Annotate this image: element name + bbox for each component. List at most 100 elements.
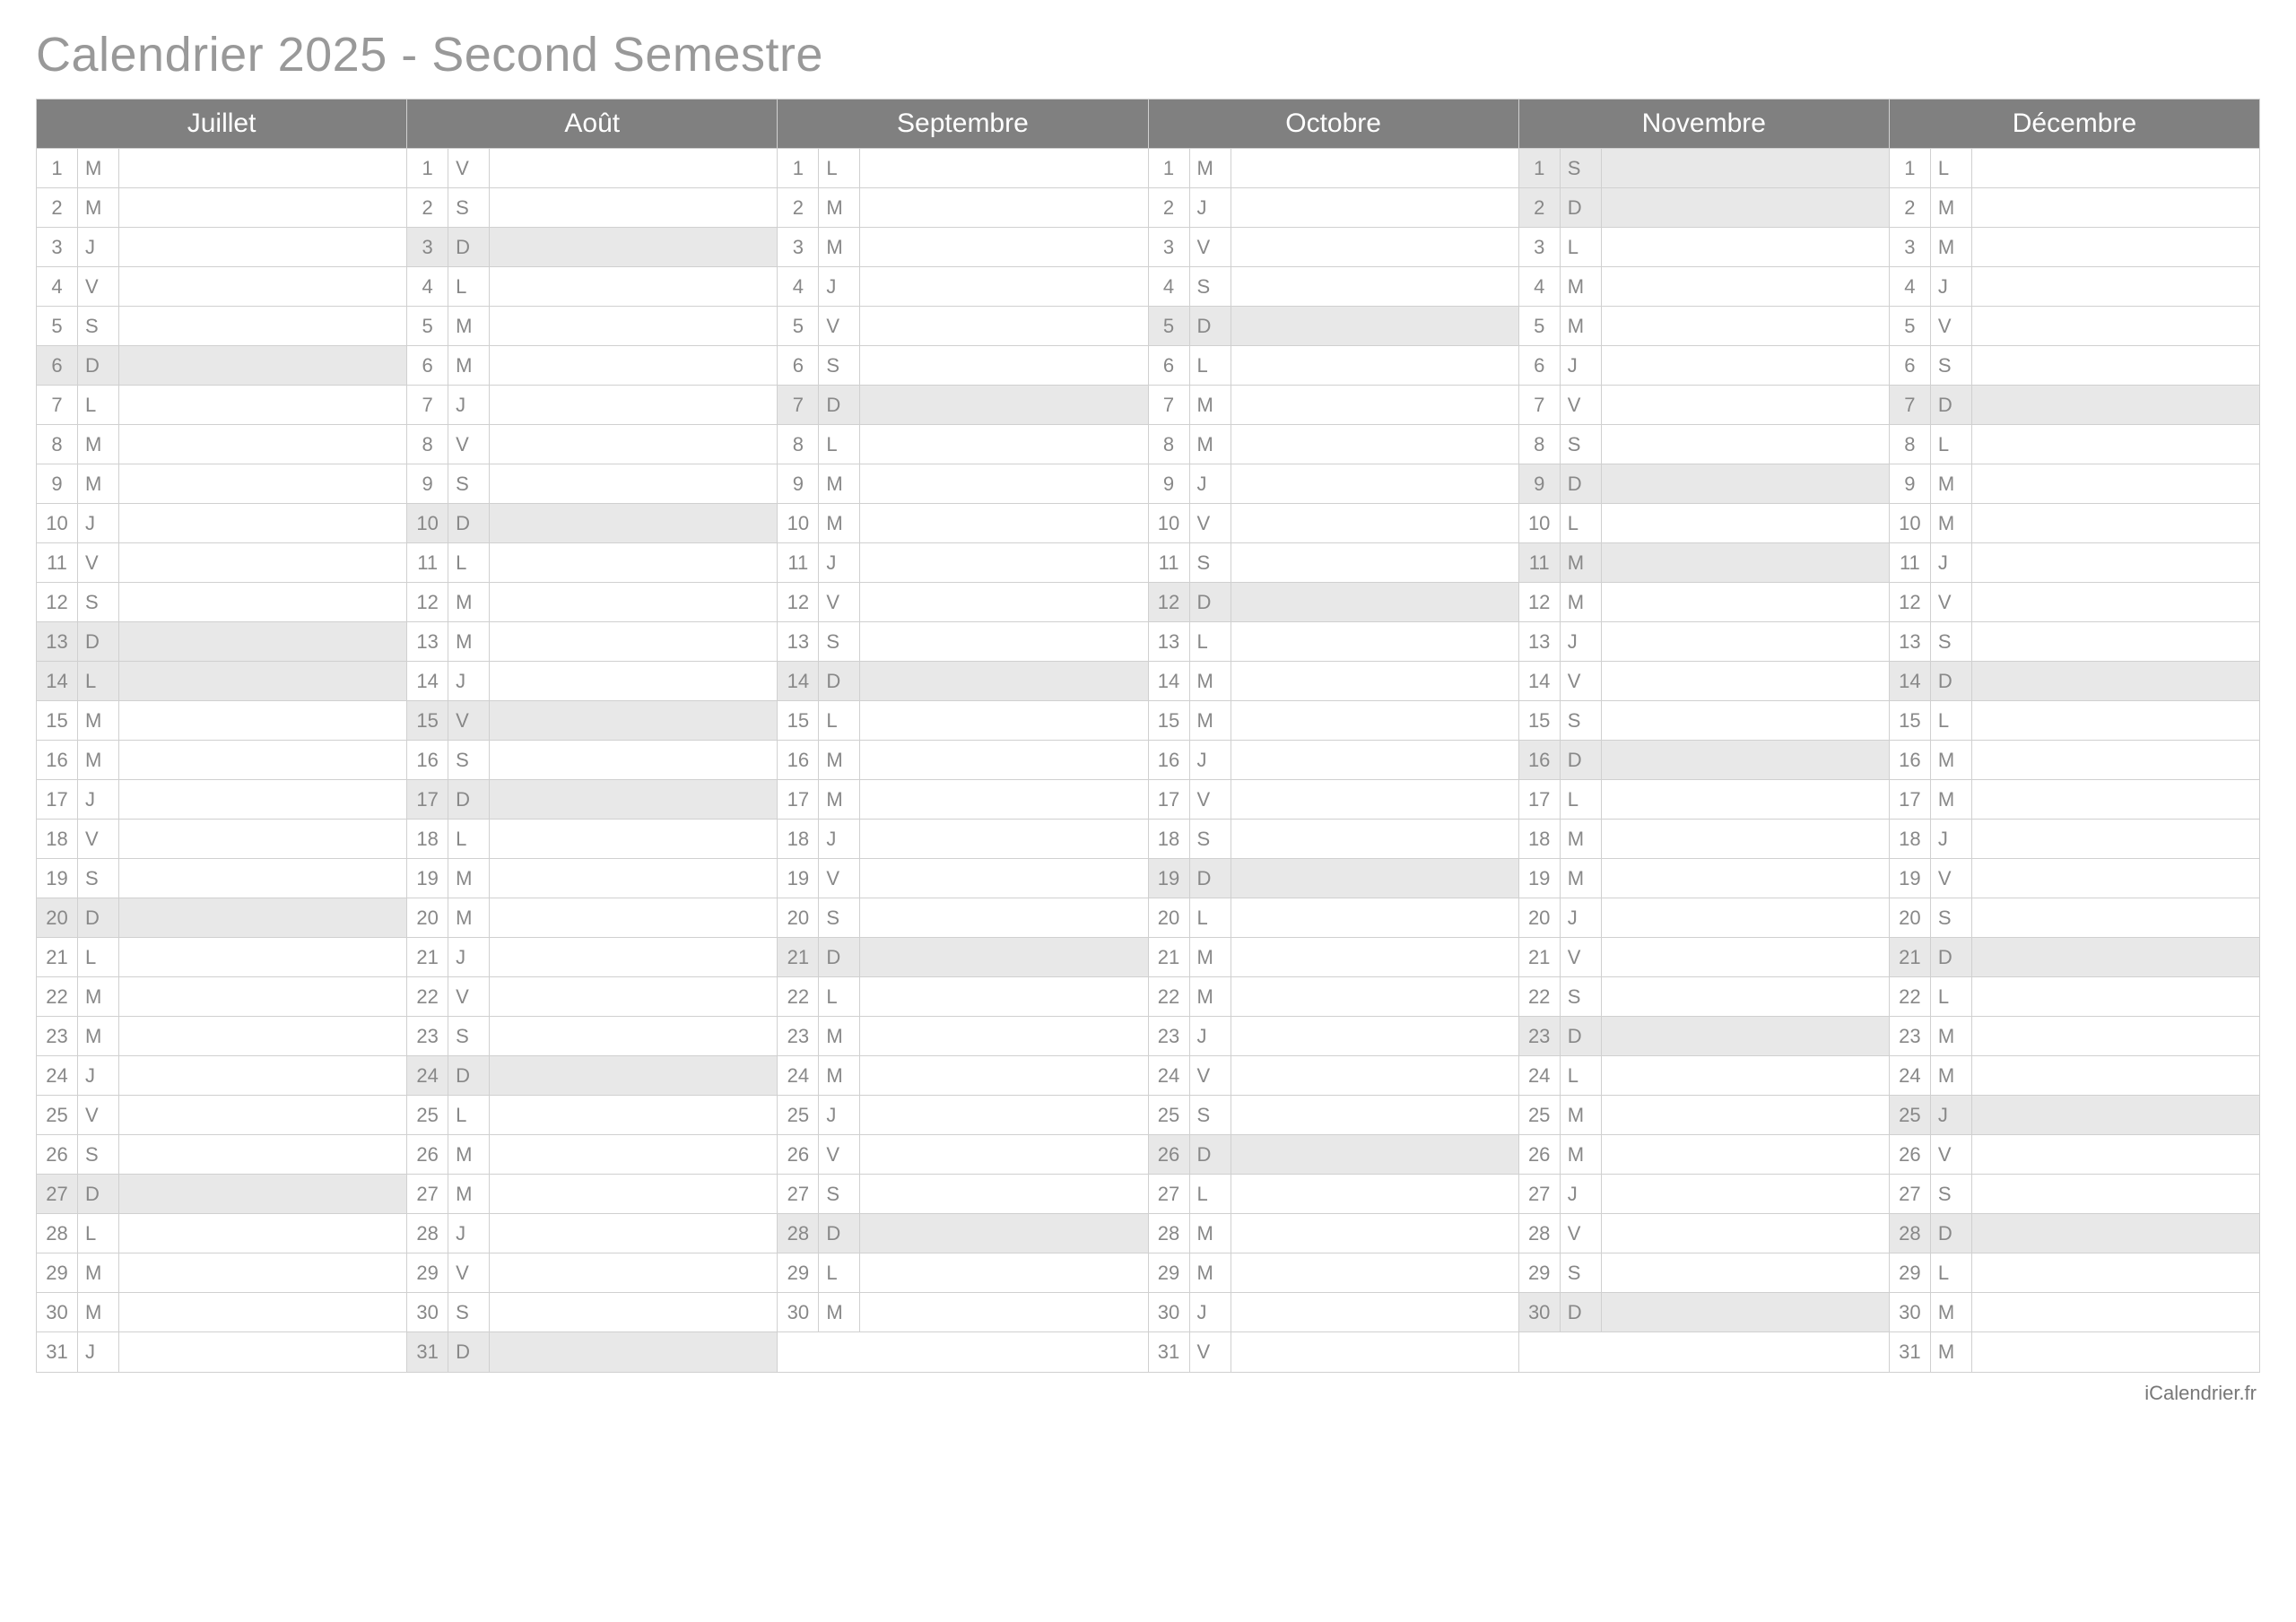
day-row: 5S (37, 307, 406, 346)
day-row: 18J (1890, 820, 2259, 859)
day-row: 21V (1519, 938, 1889, 977)
day-weekday: M (819, 741, 860, 779)
day-row: 16M (37, 741, 406, 780)
day-number: 5 (778, 307, 819, 345)
day-row: 22L (1890, 977, 2259, 1017)
day-weekday: L (448, 1096, 490, 1134)
day-row: 22V (407, 977, 777, 1017)
day-row: 9M (778, 464, 1147, 504)
day-weekday: D (78, 898, 119, 937)
day-row: 17L (1519, 780, 1889, 820)
day-note-space (490, 662, 777, 700)
day-weekday: L (1561, 780, 1602, 819)
day-note-space (490, 741, 777, 779)
day-weekday: L (1931, 149, 1972, 187)
day-number: 11 (37, 543, 78, 582)
day-note-space (860, 149, 1147, 187)
day-row: 8M (1149, 425, 1518, 464)
day-row: 1M (1149, 149, 1518, 188)
day-note-space (1972, 543, 2259, 582)
day-row: 12M (1519, 583, 1889, 622)
month-column: Septembre1L2M3M4J5V6S7D8L9M10M11J12V13S1… (778, 100, 1148, 1372)
day-row: 30M (37, 1293, 406, 1332)
day-row: 14V (1519, 662, 1889, 701)
day-weekday: S (1931, 1175, 1972, 1213)
day-number: 16 (778, 741, 819, 779)
day-number: 14 (1890, 662, 1931, 700)
day-weekday: S (448, 464, 490, 503)
day-weekday: V (1190, 1332, 1231, 1372)
day-row: 11J (1890, 543, 2259, 583)
day-weekday: L (1561, 228, 1602, 266)
day-number: 31 (37, 1332, 78, 1372)
day-row: 26D (1149, 1135, 1518, 1175)
day-note-space (119, 1096, 406, 1134)
day-row: 15S (1519, 701, 1889, 741)
day-note-space (1602, 464, 1889, 503)
day-row: 26V (1890, 1135, 2259, 1175)
day-note-space (1231, 228, 1518, 266)
day-row: 3M (778, 228, 1147, 267)
day-note-space (119, 583, 406, 621)
day-note-space (1231, 662, 1518, 700)
day-number: 16 (1519, 741, 1561, 779)
day-weekday: J (1190, 1293, 1231, 1331)
day-weekday: V (448, 701, 490, 740)
month-column: Octobre1M2J3V4S5D6L7M8M9J10V11S12D13L14M… (1149, 100, 1519, 1372)
month-header: Décembre (1890, 100, 2259, 149)
day-weekday: L (1931, 977, 1972, 1016)
day-note-space (1231, 267, 1518, 306)
day-weekday: D (78, 622, 119, 661)
day-note-space (1602, 662, 1889, 700)
day-note-space (1972, 267, 2259, 306)
day-number: 31 (1890, 1332, 1931, 1372)
day-row: 30J (1149, 1293, 1518, 1332)
day-row: 8S (1519, 425, 1889, 464)
day-note-space (119, 662, 406, 700)
day-note-space (490, 1175, 777, 1213)
day-note-space (1602, 741, 1889, 779)
day-number: 25 (1890, 1096, 1931, 1134)
day-weekday: V (448, 149, 490, 187)
day-row: 13J (1519, 622, 1889, 662)
day-note-space (1602, 780, 1889, 819)
day-weekday: J (1931, 1096, 1972, 1134)
day-number: 27 (37, 1175, 78, 1213)
day-note-space (1602, 504, 1889, 542)
day-number: 29 (1519, 1253, 1561, 1292)
day-row: 26M (1519, 1135, 1889, 1175)
day-row: 22M (1149, 977, 1518, 1017)
day-row: 22M (37, 977, 406, 1017)
day-weekday: J (78, 228, 119, 266)
day-weekday: M (819, 1293, 860, 1331)
day-number: 1 (1149, 149, 1190, 187)
day-note-space (490, 1293, 777, 1331)
day-note-space (1231, 307, 1518, 345)
day-note-space (1602, 977, 1889, 1016)
day-row: 23M (37, 1017, 406, 1056)
day-note-space (1602, 820, 1889, 858)
day-row: 11S (1149, 543, 1518, 583)
day-note-space (490, 583, 777, 621)
day-row: 12V (778, 583, 1147, 622)
day-note-space (1972, 977, 2259, 1016)
day-row (778, 1332, 1147, 1372)
day-note-space (1602, 346, 1889, 385)
day-weekday: J (1931, 543, 1972, 582)
day-note-space (490, 267, 777, 306)
day-weekday: M (1561, 859, 1602, 898)
day-weekday: J (1561, 622, 1602, 661)
day-row: 13S (778, 622, 1147, 662)
footer-credit: iCalendrier.fr (36, 1382, 2260, 1405)
day-note-space (1602, 701, 1889, 740)
day-note-space (119, 1253, 406, 1292)
day-number: 22 (407, 977, 448, 1016)
day-number: 19 (778, 859, 819, 898)
day-number: 15 (407, 701, 448, 740)
day-weekday: L (448, 543, 490, 582)
day-number: 11 (778, 543, 819, 582)
day-note-space (490, 504, 777, 542)
day-row: 31J (37, 1332, 406, 1372)
day-note-space (1602, 425, 1889, 464)
day-row: 9D (1519, 464, 1889, 504)
